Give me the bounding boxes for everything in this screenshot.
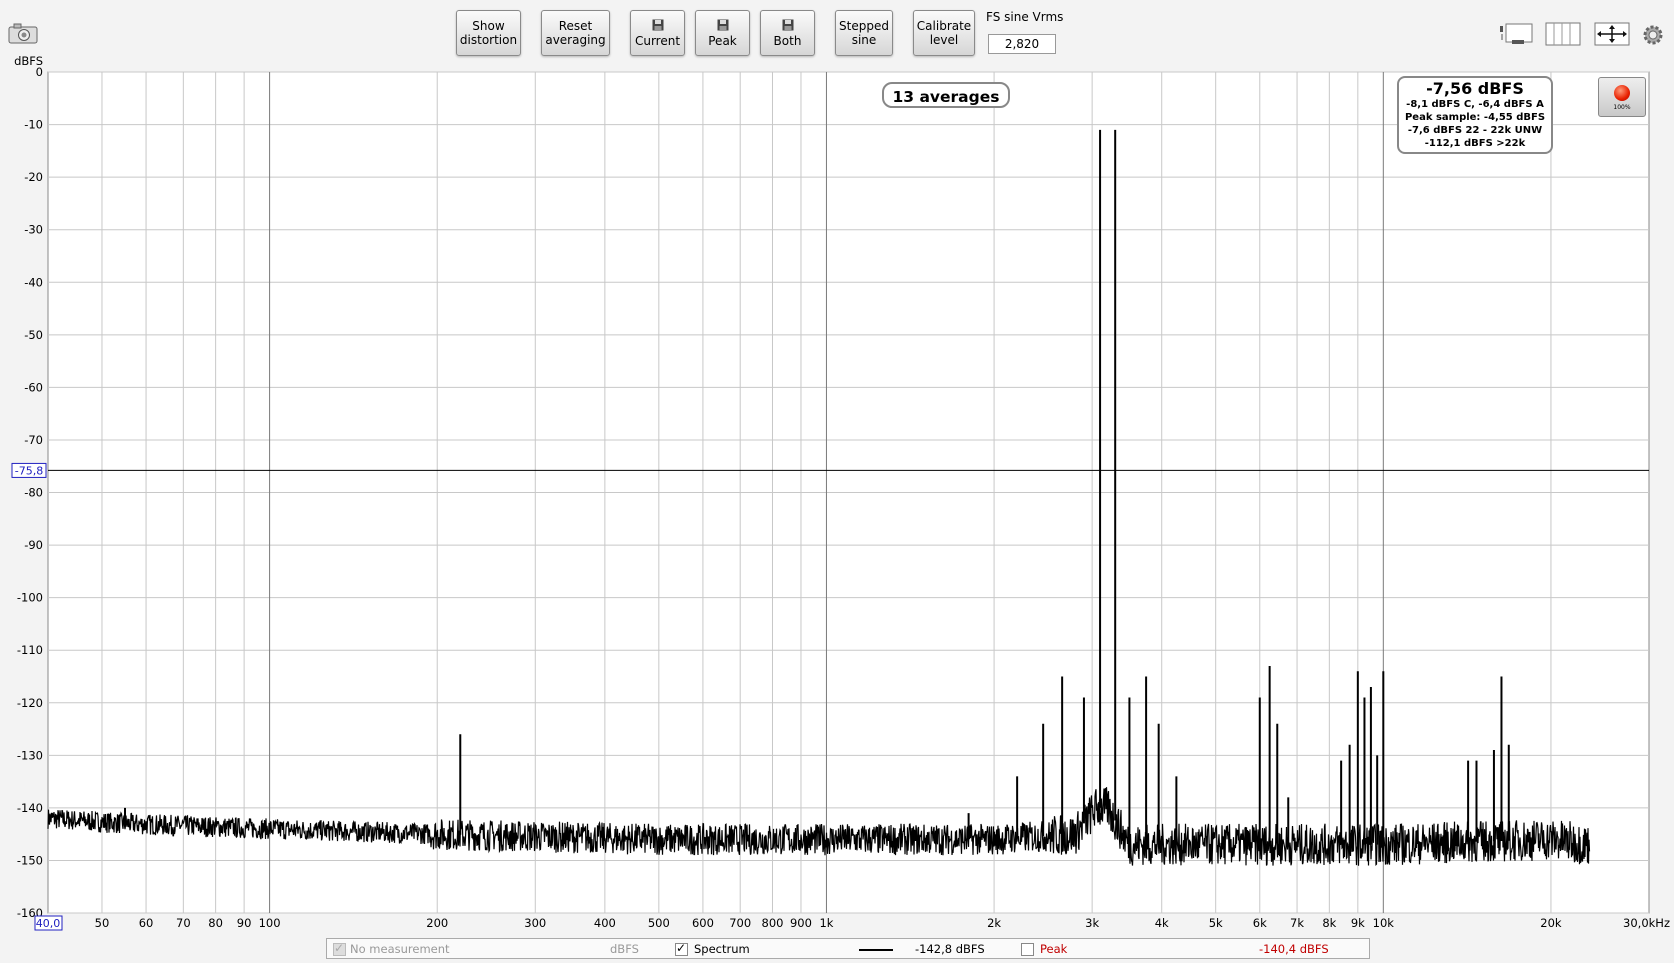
y-tick-label: -30 bbox=[24, 223, 43, 237]
x-tick-label: 80 bbox=[208, 916, 223, 930]
spectrum-line-swatch bbox=[859, 949, 893, 951]
averages-badge: 13 averages bbox=[882, 82, 1010, 108]
y-tick-label: -70 bbox=[24, 433, 43, 447]
x-tick-label: 300 bbox=[524, 916, 546, 930]
level-readout-panel: -7,56 dBFS -8,1 dBFS C, -6,4 dBFS A Peak… bbox=[1397, 76, 1553, 154]
x-tick-label: 4k bbox=[1155, 916, 1169, 930]
x-end-label: 30,0kHz bbox=[1623, 916, 1670, 930]
x-start-label: 40,0 bbox=[36, 917, 61, 930]
y-tick-label: -150 bbox=[17, 853, 43, 867]
record-percent: 100% bbox=[1613, 104, 1631, 111]
level-above-22k: -112,1 dBFS >22k bbox=[1424, 138, 1526, 149]
record-led-icon bbox=[1614, 85, 1630, 101]
x-tick-label: 20k bbox=[1540, 916, 1562, 930]
level-main: -7,56 dBFS bbox=[1426, 79, 1524, 98]
y-axis-label: dBFS bbox=[14, 54, 43, 68]
y-tick-label: -100 bbox=[17, 591, 43, 605]
level-unweighted: -7,6 dBFS 22 - 22k UNW bbox=[1407, 125, 1543, 136]
legend-bar: No measurement dBFS Spectrum -142,8 dBFS… bbox=[326, 938, 1370, 959]
cursor-label: -75,8 bbox=[15, 464, 43, 477]
y-tick-label: -130 bbox=[17, 748, 43, 762]
x-tick-label: 700 bbox=[729, 916, 751, 930]
x-tick-label: 70 bbox=[176, 916, 191, 930]
y-tick-label: -110 bbox=[17, 643, 43, 657]
x-tick-label: 900 bbox=[790, 916, 812, 930]
peak-value: -140,4 dBFS bbox=[1259, 942, 1329, 956]
spectrum-value: -142,8 dBFS bbox=[915, 942, 985, 956]
x-tick-label: 60 bbox=[139, 916, 154, 930]
x-tick-label: 2k bbox=[987, 916, 1001, 930]
level-peak-sample: Peak sample: -4,55 dBFS bbox=[1404, 112, 1546, 123]
record-button[interactable]: 100% bbox=[1598, 77, 1646, 117]
spectrum-checkbox[interactable] bbox=[675, 941, 688, 956]
x-tick-label: 400 bbox=[594, 916, 616, 930]
x-tick-label: 600 bbox=[692, 916, 714, 930]
no-measurement-checkbox[interactable] bbox=[333, 941, 346, 956]
level-weighted: -8,1 dBFS C, -6,4 dBFS A bbox=[1406, 99, 1544, 110]
x-tick-label: 1k bbox=[819, 916, 833, 930]
y-tick-label: -60 bbox=[24, 380, 43, 394]
y-tick-label: -20 bbox=[24, 170, 43, 184]
peak-checkbox[interactable] bbox=[1021, 943, 1034, 956]
x-tick-label: 800 bbox=[762, 916, 784, 930]
x-tick-label: 200 bbox=[426, 916, 448, 930]
peak-label: Peak bbox=[1040, 942, 1068, 956]
x-tick-label: 10k bbox=[1373, 916, 1395, 930]
spectrum-label: Spectrum bbox=[694, 942, 750, 956]
no-measurement-label: No measurement bbox=[350, 942, 450, 956]
y-tick-label: -10 bbox=[24, 118, 43, 132]
x-tick-label: 50 bbox=[95, 916, 110, 930]
x-tick-label: 500 bbox=[648, 916, 670, 930]
x-tick-label: 90 bbox=[237, 916, 252, 930]
x-tick-label: 9k bbox=[1351, 916, 1365, 930]
x-tick-label: 5k bbox=[1209, 916, 1223, 930]
x-tick-label: 7k bbox=[1290, 916, 1304, 930]
y-tick-label: -80 bbox=[24, 486, 43, 500]
x-tick-label: 6k bbox=[1253, 916, 1267, 930]
y-tick-label: -140 bbox=[17, 801, 43, 815]
y-tick-label: -120 bbox=[17, 696, 43, 710]
y-tick-label: -40 bbox=[24, 275, 43, 289]
x-tick-label: 3k bbox=[1085, 916, 1099, 930]
y-tick-label: -90 bbox=[24, 538, 43, 552]
no-measurement-unit: dBFS bbox=[610, 942, 639, 956]
x-tick-label: 100 bbox=[259, 916, 281, 930]
x-tick-label: 8k bbox=[1322, 916, 1336, 930]
y-tick-label: -50 bbox=[24, 328, 43, 342]
